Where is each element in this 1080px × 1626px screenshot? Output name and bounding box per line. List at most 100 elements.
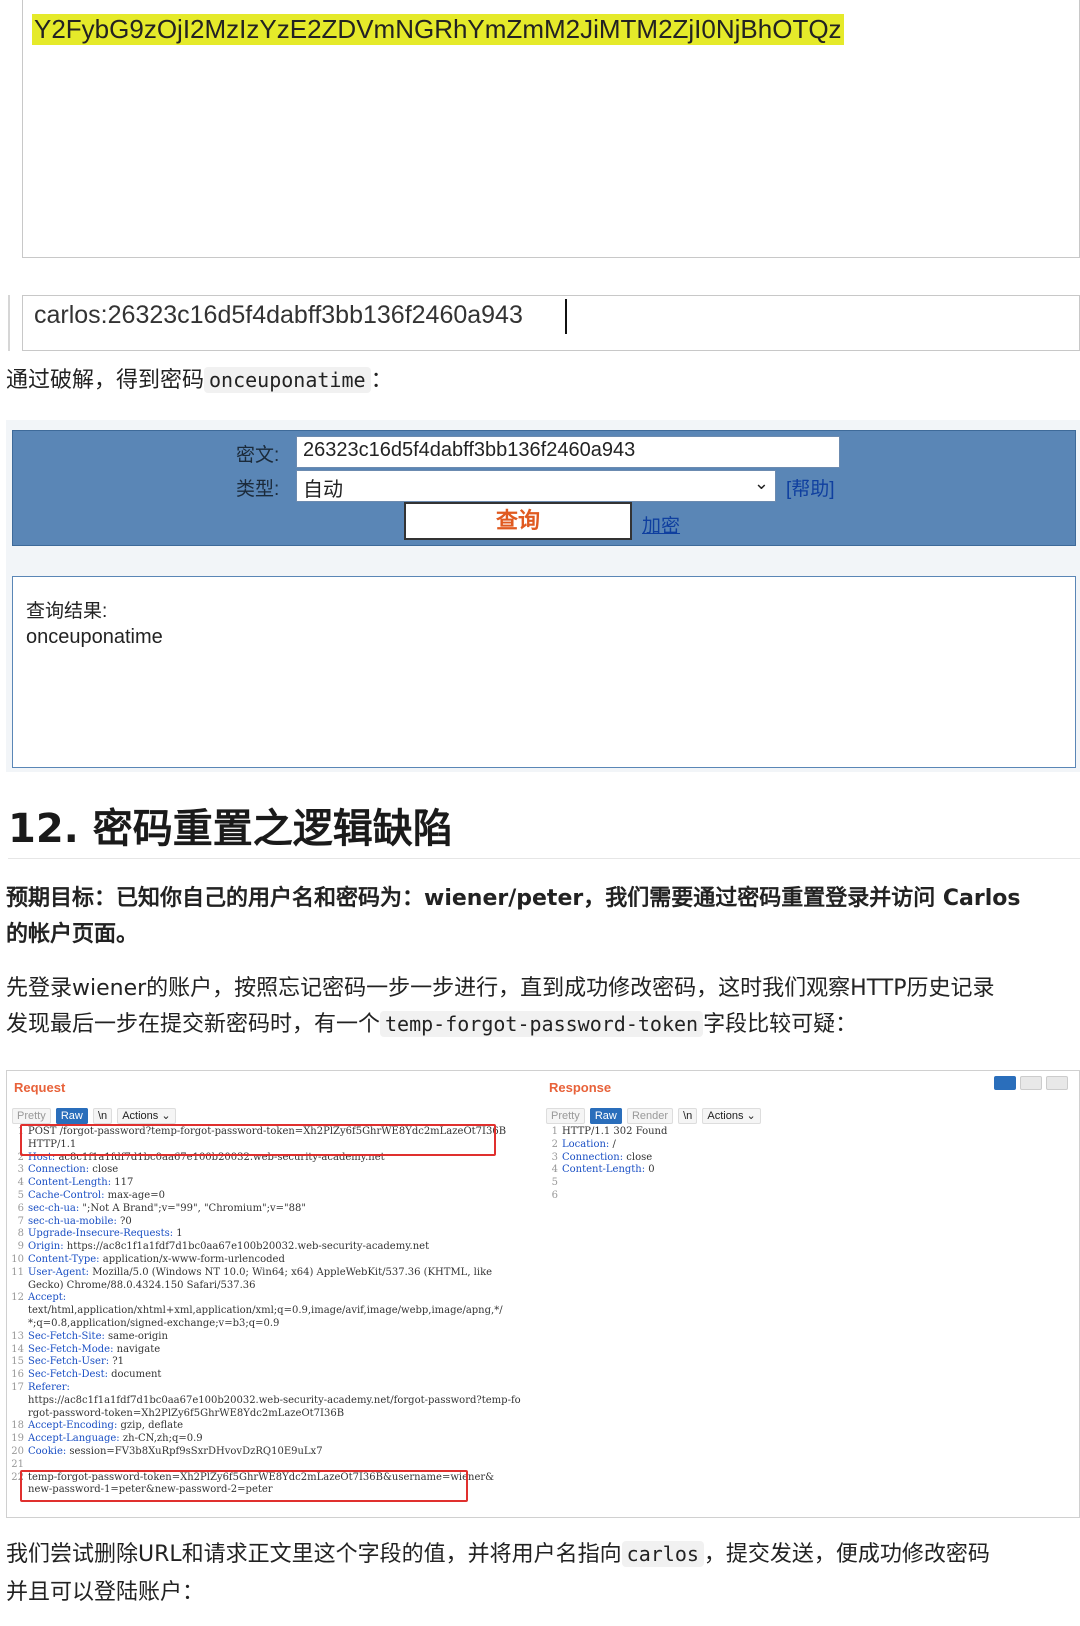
request-line: 8 Upgrade-Insecure-Requests: 1 — [10, 1228, 540, 1241]
header-name: Referer: — [28, 1381, 70, 1393]
line-number: 20 — [11, 1445, 24, 1457]
line-number: 6 — [17, 1202, 24, 1214]
header-value: text/html,application/xhtml+xml,applicat… — [28, 1305, 503, 1317]
help-link[interactable]: [帮助] — [786, 474, 835, 501]
header-name: Location: — [562, 1138, 610, 1150]
line-number: 9 — [17, 1241, 24, 1253]
request-line: text/html,application/xhtml+xml,applicat… — [10, 1305, 540, 1318]
request-line: *;q=0.8,application/signed-exchange;v=b3… — [10, 1318, 540, 1331]
line-number: 6 — [551, 1189, 558, 1201]
header-value: document — [107, 1369, 162, 1381]
line-number: 13 — [11, 1330, 24, 1342]
tab-newline[interactable]: \n — [678, 1108, 698, 1124]
header-value: HTTP/1.1 302 Found — [562, 1126, 668, 1137]
split-view-icon[interactable] — [994, 1076, 1016, 1090]
header-value: ?1 — [109, 1356, 125, 1368]
goal-line-1: 预期目标：已知你自己的用户名和密码为：wiener/peter，我们需要通过密码… — [6, 886, 1021, 911]
header-value: navigate — [113, 1343, 161, 1355]
header-name: Cookie: — [28, 1445, 67, 1457]
decoded-input-value: carlos:26323c16d5f4dabff3bb136f2460a943 — [34, 301, 523, 329]
cipher-label: 密文: — [236, 445, 280, 466]
request-title: Request — [14, 1080, 66, 1095]
header-name: Sec-Fetch-User: — [28, 1356, 110, 1368]
header-name: Content-Length: — [28, 1177, 112, 1189]
header-name: Sec-Fetch-Site: — [28, 1330, 105, 1342]
actions-menu[interactable]: Actions ⌄ — [702, 1108, 761, 1124]
para1-text: 通过破解，得到密码 — [6, 368, 205, 393]
tab-raw[interactable]: Raw — [55, 1108, 88, 1124]
type-select[interactable]: 自动 ⌄ — [296, 470, 776, 502]
response-line: 4 Content-Length: 0 — [544, 1164, 1064, 1177]
line-number: 4 — [17, 1177, 24, 1189]
header-name: Accept: — [28, 1292, 67, 1304]
header-name: Sec-Fetch-Mode: — [28, 1343, 114, 1355]
request-line: 13 Sec-Fetch-Site: same-origin — [10, 1331, 540, 1344]
tab-pretty[interactable]: Pretty — [12, 1108, 51, 1124]
response-editor[interactable]: 1 HTTP/1.1 302 Found 2 Location: / 3 Connecti… — [544, 1126, 1064, 1203]
line-number: 3 — [551, 1151, 558, 1163]
line-number: 5 — [17, 1189, 24, 1201]
para3-text: 我们尝试删除URL和请求正文里这个字段的值，并将用户名指向 — [6, 1542, 622, 1567]
para2-line-2: 发现最后一步在提交新密码时，有一个 temp-forgot-password-to… — [6, 1006, 857, 1038]
header-value: Gecko) Chrome/88.0.4324.150 Safari/537.3… — [28, 1279, 256, 1291]
token-field-code: temp-forgot-password-token — [380, 1011, 704, 1037]
crack-result-paragraph: 通过破解，得到密码 onceuponatime： — [6, 362, 393, 394]
tab-raw[interactable]: Raw — [589, 1108, 622, 1124]
request-editor[interactable]: 1 POST /forgot-password?temp-forgot-passw… — [10, 1126, 540, 1497]
header-name: Upgrade-Insecure-Requests: — [28, 1228, 174, 1240]
highlight-request-body — [20, 1470, 468, 1502]
header-name: Accept-Encoding: — [28, 1420, 118, 1432]
single-view-icon[interactable] — [1046, 1076, 1068, 1090]
line-number: 1 — [551, 1126, 558, 1137]
chevron-down-icon: ⌄ — [753, 473, 769, 493]
cipher-input[interactable]: 26323c16d5f4dabff3bb136f2460a943 — [296, 436, 840, 468]
header-name: sec-ch-ua: — [28, 1202, 80, 1214]
actions-menu[interactable]: Actions ⌄ — [117, 1108, 176, 1124]
request-line: 5 Cache-Control: max-age=0 — [10, 1190, 540, 1203]
header-value: Mozilla/5.0 (Windows NT 10.0; Win64; x64… — [89, 1266, 493, 1278]
header-value: rgot-password-token=Xh2PlZy6f5GhrWE8Ydc2… — [28, 1407, 345, 1419]
request-line: 18 Accept-Encoding: gzip, deflate — [10, 1420, 540, 1433]
request-line: 19 Accept-Language: zh-CN,zh;q=0.9 — [10, 1433, 540, 1446]
header-value: 117 — [111, 1177, 134, 1189]
line-number: 8 — [17, 1228, 24, 1240]
response-tab-bar: Pretty Raw Render \n Actions ⌄ — [546, 1104, 761, 1124]
tab-newline[interactable]: \n — [92, 1108, 113, 1124]
horizontal-view-icon[interactable] — [1020, 1076, 1042, 1090]
encrypt-link[interactable]: 加密 — [642, 511, 680, 538]
username-code: carlos — [621, 1541, 704, 1567]
result-value: onceuponatime — [26, 626, 163, 648]
request-line: 12 Accept: — [10, 1292, 540, 1305]
header-value: zh-CN,zh;q=0.9 — [119, 1433, 203, 1445]
tab-render[interactable]: Render — [626, 1108, 674, 1124]
header-value: 0 — [645, 1164, 655, 1176]
layout-toggle-group — [990, 1075, 1068, 1094]
header-name: Cache-Control: — [28, 1189, 105, 1201]
request-line: 16 Sec-Fetch-Dest: document — [10, 1369, 540, 1382]
header-name: Sec-Fetch-Dest: — [28, 1369, 108, 1381]
result-label: 查询结果: — [26, 601, 108, 622]
header-name: Content-Length: — [562, 1164, 646, 1176]
response-line: 6 — [544, 1190, 1064, 1203]
para2-after: 字段比较可疑： — [703, 1012, 858, 1037]
response-line: 2 Location: / — [544, 1139, 1064, 1152]
request-line: 20 Cookie: session=FV3b8XuRpf9sSxrDHvovDz… — [10, 1446, 540, 1459]
query-button[interactable]: 查询 — [404, 502, 632, 540]
header-value: *;q=0.8,application/signed-exchange;v=b3… — [28, 1317, 280, 1329]
tab-pretty[interactable]: Pretty — [546, 1108, 585, 1124]
header-value: / — [609, 1138, 616, 1150]
para2-text: 发现最后一步在提交新密码时，有一个 — [6, 1012, 381, 1037]
request-line: 15 Sec-Fetch-User: ?1 — [10, 1356, 540, 1369]
request-tab-bar: Pretty Raw \n Actions ⌄ — [12, 1104, 176, 1124]
response-title: Response — [549, 1080, 612, 1095]
request-line: Gecko) Chrome/88.0.4324.150 Safari/537.3… — [10, 1280, 540, 1293]
header-value: ";Not A Brand";v="99", "Chromium";v="88" — [79, 1202, 306, 1214]
request-line: 17 Referer: — [10, 1382, 540, 1395]
line-number: 11 — [11, 1266, 24, 1278]
request-line: 10 Content-Type: application/x-www-form-u… — [10, 1254, 540, 1267]
header-name: Connection: — [562, 1151, 624, 1163]
line-number: 7 — [17, 1215, 24, 1227]
header-name: User-Agent: — [28, 1266, 90, 1278]
request-line: 6 sec-ch-ua: ";Not A Brand";v="99", "Chro… — [10, 1203, 540, 1216]
header-name: sec-ch-ua-mobile: — [28, 1215, 117, 1227]
